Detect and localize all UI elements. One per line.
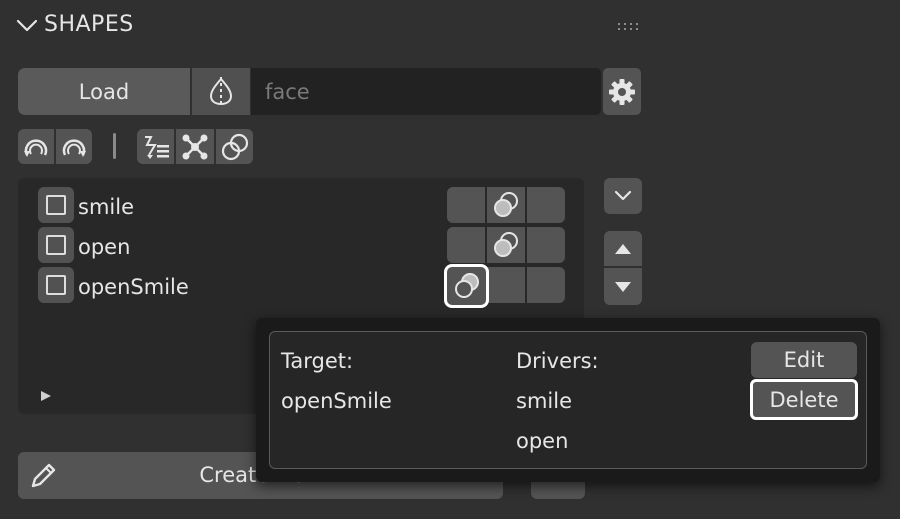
drag-handle-icon[interactable] [617,22,641,32]
mirror-button[interactable] [192,68,250,115]
panel-title: SHAPES [44,12,134,37]
reset-left-button[interactable] [18,129,54,164]
shape-checkbox-open[interactable] [38,227,74,263]
triangle-down-icon [615,281,631,292]
load-button-label: Load [78,79,130,104]
driver-popup: Target: openSmile Drivers: smile open Ed… [256,318,880,482]
delete-button[interactable]: Delete [750,379,858,420]
chevron-down-icon [614,190,632,201]
driver-item: open [516,429,569,453]
overlap-circles-icon [494,192,518,217]
shape-slot[interactable] [527,227,565,263]
chevron-down-icon[interactable] [16,18,38,34]
name-input-placeholder: face [265,79,310,104]
shape-slot[interactable] [527,267,565,303]
triangle-up-icon [615,243,631,254]
shape-slot[interactable] [447,227,485,263]
shape-combo-slot-selected[interactable] [444,264,489,308]
expand-triangle-icon[interactable] [40,390,52,402]
panel-header[interactable]: SHAPES [0,0,660,54]
delete-button-label: Delete [769,387,839,412]
shape-combo-slot[interactable] [487,227,525,263]
flow-list-icon [144,135,169,159]
shape-combo-slot[interactable] [487,187,525,223]
settings-button[interactable] [603,68,641,115]
drivers-label: Drivers: [516,349,599,373]
name-input[interactable]: face [251,68,601,115]
target-value: openSmile [281,389,392,413]
driver-tool-button[interactable] [137,129,174,164]
move-up-button[interactable] [604,231,642,266]
toolbar-separator [113,133,116,159]
network-tool-button[interactable] [176,129,214,164]
move-down-button[interactable] [604,268,642,305]
gear-icon [609,78,635,105]
driver-item: smile [516,389,572,413]
shape-name: smile [78,195,134,219]
list-menu-button[interactable] [604,178,642,214]
mirror-icon [209,76,233,107]
load-button[interactable]: Load [18,68,190,115]
overlap-circles-icon [454,273,479,298]
shape-slot[interactable] [447,187,485,223]
shape-slot[interactable] [527,187,565,223]
network-nodes-icon [182,134,208,159]
combo-tool-button[interactable] [216,129,253,164]
overlap-circles-icon [221,133,248,160]
reset-right-button[interactable] [56,129,92,164]
shape-name: openSmile [78,275,189,299]
overlap-circles-icon [494,232,518,257]
arc-arrow-icon [62,138,86,157]
target-label: Target: [281,349,354,373]
arc-arrow-icon [24,138,48,157]
edit-button-label: Edit [783,348,825,372]
shape-slot[interactable] [487,267,525,303]
shape-name: open [78,235,131,259]
shape-checkbox-smile[interactable] [38,187,74,223]
shape-checkbox-opensmile[interactable] [38,267,74,303]
edit-button[interactable]: Edit [751,342,857,378]
